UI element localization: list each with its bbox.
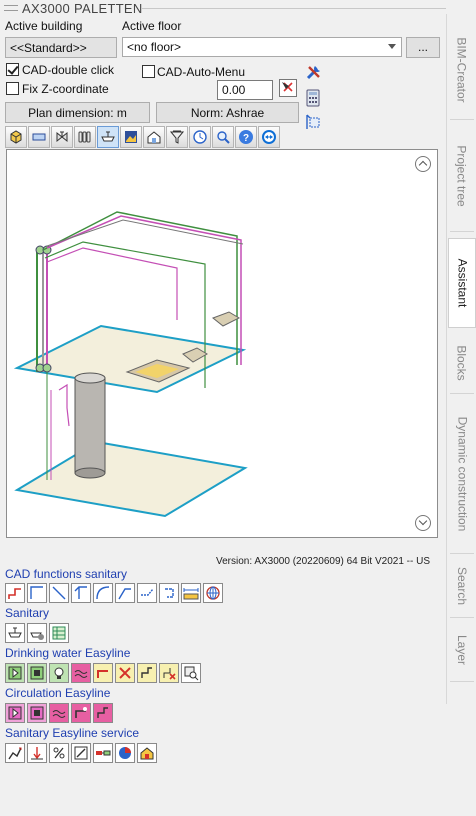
- image-icon[interactable]: [120, 126, 142, 148]
- diagonal-line-icon[interactable]: [49, 583, 69, 603]
- beam-icon[interactable]: [28, 126, 50, 148]
- circulation-icon-row: [5, 703, 113, 723]
- svc-connector-icon[interactable]: [93, 743, 113, 763]
- dw-play-icon[interactable]: [5, 663, 25, 683]
- sanitary-service-icon-row: [5, 743, 157, 763]
- norm-button[interactable]: Norm: Ashrae: [156, 102, 299, 123]
- dw-bulb-icon[interactable]: [49, 663, 69, 683]
- floor-more-button[interactable]: ...: [406, 37, 440, 58]
- chevron-down-icon: [388, 44, 396, 49]
- tab-bim-creator[interactable]: BIM-Creator: [450, 20, 474, 120]
- teamviewer-icon[interactable]: [258, 126, 280, 148]
- fix-z-checkbox[interactable]: [6, 82, 19, 95]
- tab-dynamic-construction[interactable]: Dynamic construction: [450, 394, 474, 554]
- side-tab-strip: BIM-Creator Project tree Assistant Block…: [448, 20, 476, 700]
- tab-project-tree[interactable]: Project tree: [450, 120, 474, 232]
- dw-corner-x-icon[interactable]: [159, 663, 179, 683]
- cad-double-click-checkbox[interactable]: [6, 63, 19, 76]
- washbasin-icon[interactable]: [5, 623, 25, 643]
- cube-icon[interactable]: [5, 126, 27, 148]
- svc-down-icon[interactable]: [27, 743, 47, 763]
- svg-text:?: ?: [243, 133, 249, 144]
- tab-blocks[interactable]: Blocks: [450, 332, 474, 394]
- z-coordinate-value: 0.00: [222, 83, 246, 97]
- fix-z-label: Fix Z-coordinate: [22, 82, 109, 96]
- version-text: Version: AX3000 (20220609) 64 Bit V2021 …: [215, 556, 430, 567]
- sink-icon[interactable]: [97, 126, 119, 148]
- active-floor-label: Active floor: [122, 19, 182, 33]
- floor-select[interactable]: <no floor>: [122, 37, 402, 57]
- dw-wave-icon[interactable]: [71, 663, 91, 683]
- svc-chart-icon[interactable]: [5, 743, 25, 763]
- help-icon[interactable]: ?: [235, 126, 257, 148]
- floor-select-value: <no floor>: [127, 40, 182, 54]
- cad-double-click-label: CAD-double click: [22, 63, 115, 77]
- circ-corner-icon[interactable]: [93, 703, 113, 723]
- dashed-line-icon[interactable]: [137, 583, 157, 603]
- arc-line-icon[interactable]: [93, 583, 113, 603]
- svc-house-icon[interactable]: [137, 743, 157, 763]
- svc-pie-icon[interactable]: [115, 743, 135, 763]
- zoom-icon[interactable]: [212, 126, 234, 148]
- tab-divider: [446, 14, 447, 704]
- funnel-icon[interactable]: [166, 126, 188, 148]
- circ-box-icon[interactable]: [27, 703, 47, 723]
- line-icon[interactable]: [27, 583, 47, 603]
- plan-dimension-button[interactable]: Plan dimension: m: [5, 102, 150, 123]
- palette-titlebar[interactable]: AX3000 PALETTEN: [0, 0, 448, 16]
- pick-point-icon[interactable]: [279, 79, 297, 97]
- dw-cross-icon[interactable]: [115, 663, 135, 683]
- clock-icon[interactable]: [189, 126, 211, 148]
- circ-wave-icon[interactable]: [49, 703, 69, 723]
- offset-line-icon[interactable]: [71, 583, 91, 603]
- section-sanitary-service-title: Sanitary Easyline service: [5, 726, 140, 740]
- valve-icon[interactable]: [51, 126, 73, 148]
- cad-auto-menu-label: CAD-Auto-Menu: [157, 65, 246, 79]
- bracket-line-icon[interactable]: [159, 583, 179, 603]
- tools-icon[interactable]: [305, 63, 323, 81]
- calculator-icon[interactable]: [305, 89, 323, 107]
- model-viewport[interactable]: [6, 149, 438, 538]
- section-sanitary-title: Sanitary: [5, 606, 50, 620]
- building-select[interactable]: <<Standard>>: [5, 37, 117, 58]
- title-rule: [142, 8, 446, 9]
- section-circulation-title: Circulation Easyline: [5, 686, 111, 700]
- table-grid-icon[interactable]: [49, 623, 69, 643]
- washbasin-gear-icon[interactable]: [27, 623, 47, 643]
- dimension-icon[interactable]: [305, 113, 323, 131]
- circ-pipe-icon[interactable]: [71, 703, 91, 723]
- drinking-water-icon-row: [5, 663, 201, 683]
- palette-title: AX3000 PALETTEN: [22, 1, 143, 16]
- step-line-icon[interactable]: [5, 583, 25, 603]
- radiator-icon[interactable]: [74, 126, 96, 148]
- tab-search[interactable]: Search: [450, 554, 474, 618]
- svc-percent-icon[interactable]: [49, 743, 69, 763]
- corner-line-icon[interactable]: [115, 583, 135, 603]
- main-toolbar: ?: [5, 126, 280, 148]
- dw-corner-icon[interactable]: [137, 663, 157, 683]
- section-drinking-water-title: Drinking water Easyline: [5, 646, 131, 660]
- section-cad-functions-title: CAD functions sanitary: [5, 567, 128, 581]
- cad-auto-menu-checkbox[interactable]: [142, 65, 155, 78]
- tab-layer[interactable]: Layer: [450, 618, 474, 682]
- dw-pipe-icon[interactable]: [93, 663, 113, 683]
- z-coordinate-input[interactable]: 0.00: [217, 80, 273, 100]
- active-building-label: Active building: [5, 19, 83, 33]
- house-icon[interactable]: [143, 126, 165, 148]
- measure-icon[interactable]: [181, 583, 201, 603]
- building-select-value: <<Standard>>: [10, 41, 87, 55]
- scroll-down-button[interactable]: [415, 515, 431, 531]
- dw-box-icon[interactable]: [27, 663, 47, 683]
- dw-search-icon[interactable]: [181, 663, 201, 683]
- svc-slash-icon[interactable]: [71, 743, 91, 763]
- cad-functions-icon-row: [5, 583, 223, 603]
- drag-grip[interactable]: [4, 5, 18, 11]
- tab-assistant[interactable]: Assistant: [448, 238, 476, 328]
- sanitary-icon-row: [5, 623, 69, 643]
- isometric-model-drawing: [13, 211, 248, 518]
- circ-play-icon[interactable]: [5, 703, 25, 723]
- globe-icon[interactable]: [203, 583, 223, 603]
- scroll-up-button[interactable]: [415, 156, 431, 172]
